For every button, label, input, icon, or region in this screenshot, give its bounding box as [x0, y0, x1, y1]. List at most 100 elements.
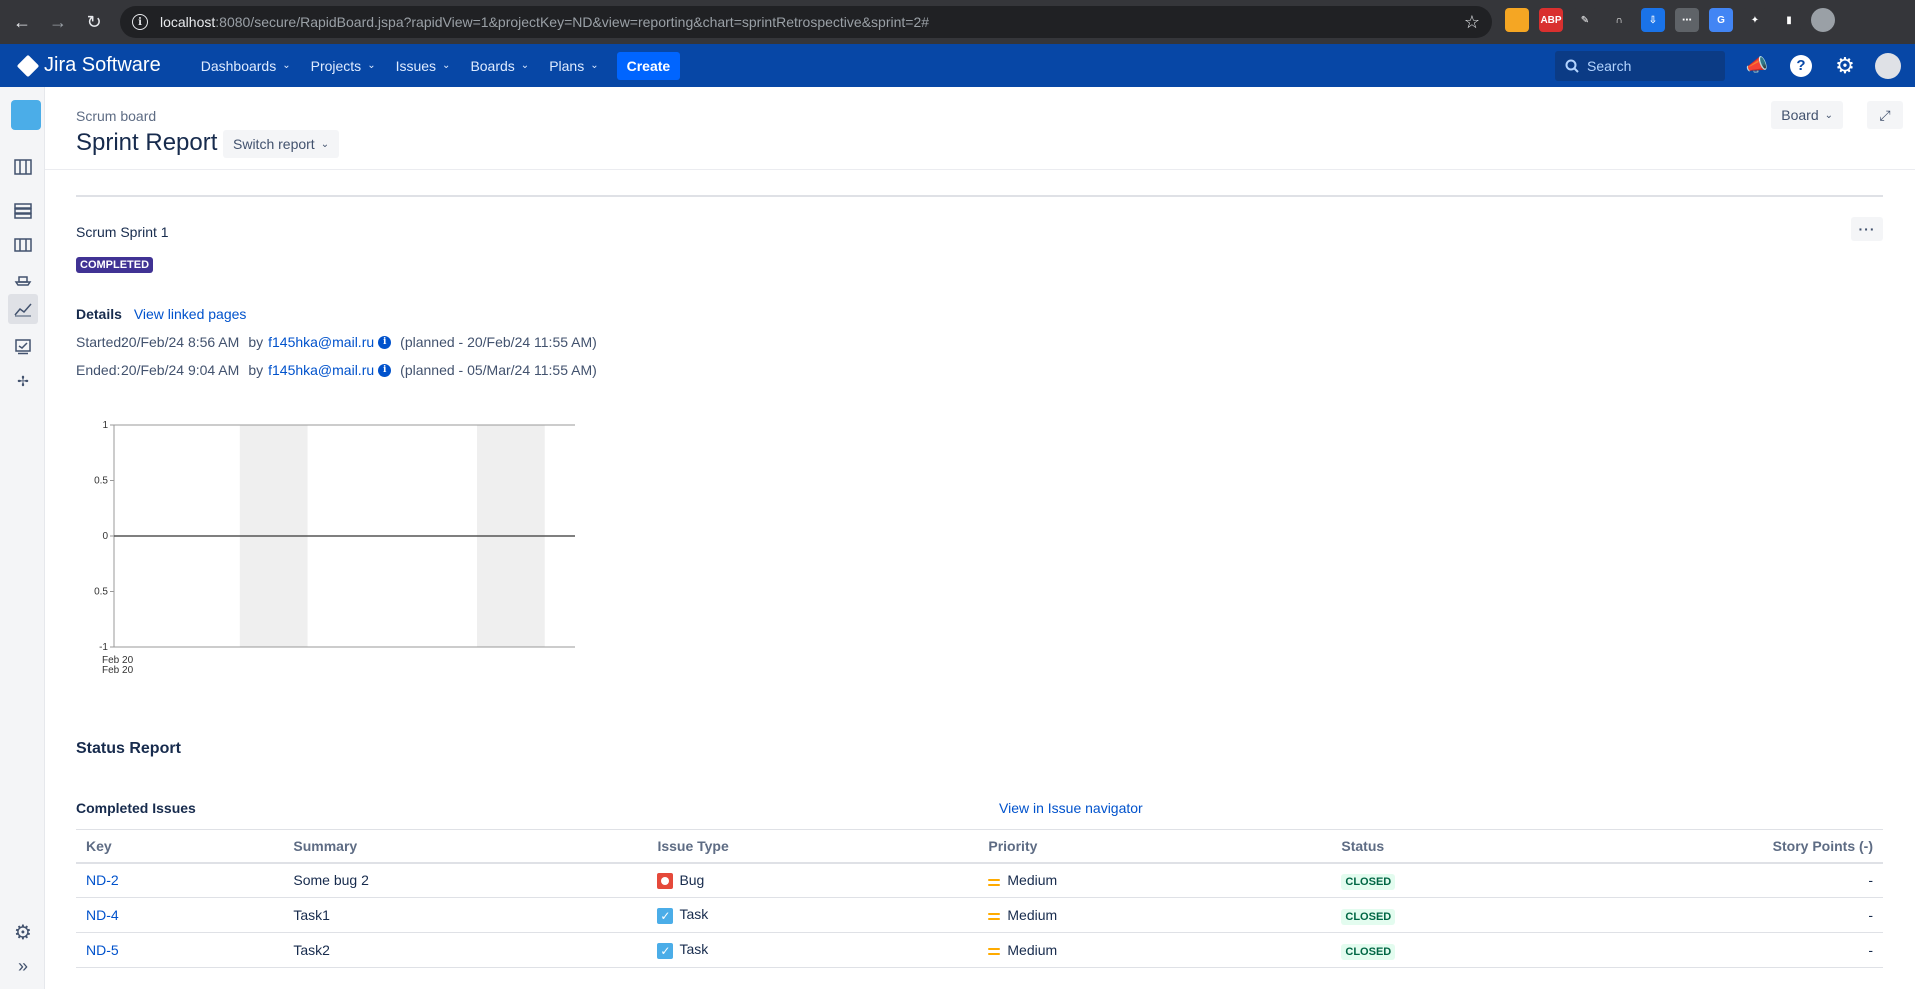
completed-issues-title: Completed Issues — [76, 800, 196, 816]
help-icon[interactable]: ? — [1787, 52, 1815, 80]
reports-chart-icon[interactable] — [8, 294, 38, 324]
pen-icon[interactable]: ✎ — [1573, 8, 1597, 32]
started-label: Started: — [76, 334, 126, 350]
issue-key-link[interactable]: ND-2 — [86, 872, 119, 888]
honey-icon[interactable] — [1505, 8, 1529, 32]
y-tick-label: -1 — [99, 642, 108, 653]
switch-report-label: Switch report — [233, 136, 315, 152]
issues-icon[interactable] — [10, 334, 36, 360]
chevron-down-icon: ⌄ — [442, 60, 451, 71]
column-header: Story Points (-) — [1552, 829, 1883, 864]
column-header: Key — [76, 829, 284, 864]
sidepanel-icon[interactable]: ▮ — [1777, 8, 1801, 32]
issue-type-cell: ✓ Task — [647, 932, 979, 968]
story-points-cell: - — [1552, 897, 1883, 933]
backlog-board-icon[interactable] — [10, 154, 36, 180]
search-box[interactable] — [1555, 50, 1725, 81]
user-avatar[interactable] — [1875, 52, 1901, 79]
headphones-icon[interactable]: ∩ — [1607, 8, 1631, 32]
by-label: by — [248, 362, 264, 378]
view-linked-pages-link[interactable]: View linked pages — [134, 306, 247, 322]
download-icon[interactable]: ⇩ — [1641, 8, 1665, 32]
issue-key-link[interactable]: ND-5 — [86, 942, 119, 958]
nav-menu-projects[interactable]: Projects ⌄ — [301, 44, 386, 87]
translate-icon[interactable]: G — [1709, 8, 1733, 32]
search-input[interactable] — [1587, 57, 1707, 74]
burndown-chart: 10.500.5-1Feb 20Feb 20Mar 5 — [94, 420, 575, 676]
sprint-name: Scrum Sprint 1 — [76, 224, 169, 240]
priority-cell: Medium — [978, 897, 1332, 933]
abp-icon[interactable]: ABP — [1539, 8, 1563, 32]
summary-cell: Some bug 2 — [283, 862, 648, 898]
view-in-issue-navigator-link[interactable]: View in Issue navigator — [999, 800, 1143, 816]
task-type-icon: ✓ — [657, 942, 674, 959]
expand-sidebar-icon[interactable]: » — [10, 953, 36, 979]
issue-key-link[interactable]: ND-4 — [86, 907, 119, 923]
issue-type-cell: Bug — [647, 862, 979, 898]
nav-menu-plans[interactable]: Plans ⌄ — [539, 44, 608, 87]
search-icon — [1565, 59, 1579, 73]
breadcrumb[interactable]: Scrum board — [76, 108, 156, 124]
status-report-title: Status Report — [76, 740, 181, 757]
components-puzzle-icon[interactable]: ✢ — [10, 368, 36, 394]
y-tick-label: 0 — [102, 531, 108, 542]
more-actions-icon[interactable]: ··· — [1851, 217, 1883, 241]
jira-logo[interactable]: Jira Software — [16, 54, 161, 77]
ended-user-link[interactable]: f145hka@mail.ru — [268, 362, 374, 378]
summary-cell: Task1 — [283, 897, 648, 933]
project-settings-gear-icon[interactable]: ⚙ — [10, 919, 36, 945]
reload-icon[interactable]: ↻ — [76, 4, 112, 40]
priority-medium-icon — [988, 911, 1001, 921]
backlog-icon[interactable] — [10, 198, 36, 224]
url-text[interactable]: localhost:8080/secure/RapidBoard.jspa?ra… — [160, 14, 929, 30]
priority-medium-icon — [988, 946, 1001, 956]
board-button[interactable]: Board ⌄ — [1771, 101, 1843, 129]
info-icon[interactable]: i — [378, 335, 392, 349]
issue-summary: Task2 — [293, 942, 330, 958]
nav-menu-dashboards[interactable]: Dashboards ⌄ — [191, 44, 301, 87]
summary-cell: Task2 — [283, 932, 648, 968]
issue-key-cell: ND-2 — [76, 862, 284, 898]
profile-icon[interactable] — [1811, 8, 1835, 32]
settings-gear-icon[interactable]: ⚙ — [1831, 52, 1859, 80]
browser-toolbar: ← → ↻ i localhost:8080/secure/RapidBoard… — [0, 0, 1915, 44]
bookmark-star-icon[interactable]: ☆ — [1464, 12, 1480, 33]
nav-menu-issues[interactable]: Issues ⌄ — [386, 44, 461, 87]
story-points-value: - — [1868, 907, 1873, 923]
active-sprint-icon[interactable] — [10, 232, 36, 258]
table-row[interactable]: ND-4 Task1 ✓ Task Medium CLOSED - — [76, 897, 1883, 933]
issue-type-label: Task — [679, 906, 709, 923]
releases-ship-icon[interactable] — [10, 266, 36, 292]
chevron-down-icon: ⌄ — [320, 138, 330, 150]
issue-summary: Some bug 2 — [293, 872, 369, 889]
puzzle-icon[interactable]: ✦ — [1743, 8, 1767, 32]
create-button[interactable]: Create — [616, 51, 681, 80]
nav-menu-label: Boards — [470, 57, 515, 74]
issue-type-label: Task — [679, 941, 709, 958]
info-icon[interactable]: i — [378, 363, 392, 377]
nav-menu-boards[interactable]: Boards ⌄ — [460, 44, 539, 87]
forward-icon[interactable]: → — [40, 4, 76, 40]
started-value: 20/Feb/24 8:56 AM — [121, 334, 240, 350]
dots-ext-icon[interactable]: ⋯ — [1675, 8, 1699, 32]
project-avatar[interactable] — [11, 100, 41, 130]
started-user-link[interactable]: f145hka@mail.ru — [268, 334, 374, 350]
address-bar[interactable]: i localhost:8080/secure/RapidBoard.jspa?… — [120, 6, 1492, 38]
fullscreen-expand-icon[interactable]: ⤢ — [1867, 101, 1903, 129]
page-title: Sprint Report — [76, 129, 218, 156]
jira-top-nav: Jira Software Dashboards ⌄ Projects ⌄ Issues… — [0, 44, 1915, 87]
nav-menu-label: Projects — [310, 57, 362, 74]
status-cell: CLOSED — [1331, 897, 1553, 933]
site-info-icon[interactable]: i — [132, 14, 148, 30]
table-row[interactable]: ND-5 Task2 ✓ Task Medium CLOSED - — [76, 932, 1883, 968]
app-name: Jira Software — [44, 54, 161, 76]
y-tick-label: 0.5 — [94, 476, 108, 487]
status-badge: CLOSED — [1341, 944, 1396, 960]
table-row[interactable]: ND-2 Some bug 2 Bug Medium CLOSED - — [76, 862, 1883, 898]
ended-row: Ended: 20/Feb/24 9:04 AM by f145hka@mail… — [76, 362, 597, 378]
nav-menu-label: Issues — [395, 57, 437, 74]
notifications-megaphone-icon[interactable]: 📣 — [1743, 52, 1771, 80]
back-icon[interactable]: ← — [4, 4, 40, 40]
column-header: Issue Type — [647, 829, 979, 864]
switch-report-button[interactable]: Switch report ⌄ — [223, 130, 340, 158]
